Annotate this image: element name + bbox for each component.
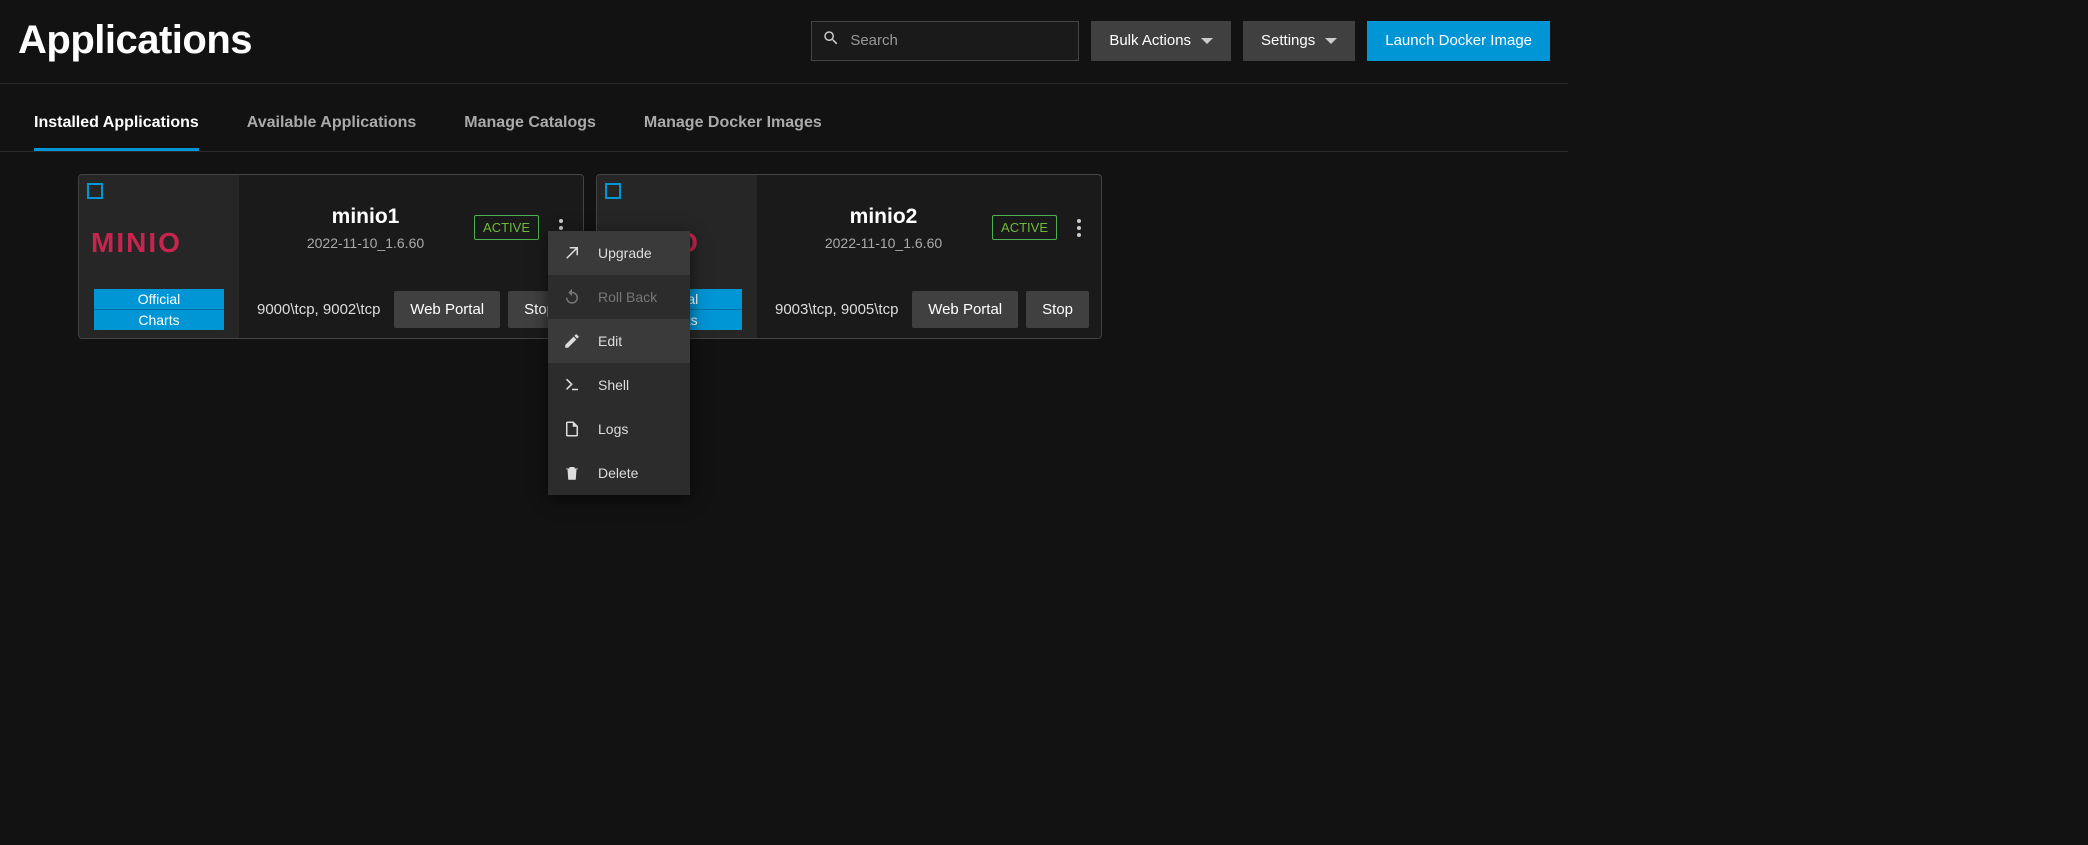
menu-edit[interactable]: Edit xyxy=(548,319,690,363)
menu-logs[interactable]: Logs xyxy=(548,407,690,451)
tab-installed[interactable]: Installed Applications xyxy=(34,114,199,151)
search-box[interactable] xyxy=(811,21,1079,61)
document-icon xyxy=(562,419,582,439)
name-block: minio2 2022-11-10_1.6.60 xyxy=(775,205,992,251)
page-header: Applications Bulk Actions Settings Launc… xyxy=(0,0,1568,84)
app-version: 2022-11-10_1.6.60 xyxy=(257,235,474,251)
bulk-actions-button[interactable]: Bulk Actions xyxy=(1091,21,1231,61)
tag-area: Official Charts xyxy=(79,280,239,338)
status-badge: ACTIVE xyxy=(474,215,539,240)
arrow-upright-icon xyxy=(562,243,582,263)
terminal-icon xyxy=(562,375,582,395)
card-info: minio1 2022-11-10_1.6.60 ACTIVE xyxy=(239,175,583,280)
tab-catalogs[interactable]: Manage Catalogs xyxy=(464,114,596,151)
tag-official: Official xyxy=(94,289,224,309)
undo-icon xyxy=(562,287,582,307)
launch-docker-label: Launch Docker Image xyxy=(1385,32,1532,49)
tab-docker-images[interactable]: Manage Docker Images xyxy=(644,114,822,151)
app-version: 2022-11-10_1.6.60 xyxy=(775,235,992,251)
bulk-actions-label: Bulk Actions xyxy=(1109,32,1191,49)
menu-label: Shell xyxy=(598,377,629,393)
status-badge: ACTIVE xyxy=(992,215,1057,240)
menu-label: Edit xyxy=(598,333,622,349)
stop-button[interactable]: Stop xyxy=(1026,291,1089,328)
header-actions: Bulk Actions Settings Launch Docker Imag… xyxy=(811,21,1550,61)
tag-charts: Charts xyxy=(94,309,224,330)
settings-label: Settings xyxy=(1261,32,1315,49)
chevron-down-icon xyxy=(1201,38,1213,44)
launch-docker-button[interactable]: Launch Docker Image xyxy=(1367,21,1550,61)
pencil-icon xyxy=(562,331,582,351)
checkbox-icon[interactable] xyxy=(605,183,621,199)
checkbox-icon[interactable] xyxy=(87,183,103,199)
web-portal-button[interactable]: Web Portal xyxy=(912,291,1018,328)
app-name: minio2 xyxy=(775,205,992,229)
chevron-down-icon xyxy=(1325,38,1337,44)
app-card: MINIO minio1 2022-11-10_1.6.60 ACTIVE Of… xyxy=(78,174,584,339)
menu-label: Delete xyxy=(598,465,638,481)
menu-label: Upgrade xyxy=(598,245,652,261)
page-title: Applications xyxy=(18,18,252,63)
settings-button[interactable]: Settings xyxy=(1243,21,1355,61)
app-name: minio1 xyxy=(257,205,474,229)
card-buttons: Web Portal Stop xyxy=(912,291,1101,328)
card-bottom: Official Charts 9000\tcp, 9002\tcp Web P… xyxy=(79,280,583,338)
search-input[interactable] xyxy=(850,32,1068,49)
tabs: Installed Applications Available Applica… xyxy=(0,84,1568,152)
menu-rollback: Roll Back xyxy=(548,275,690,319)
ports-text: 9003\tcp, 9005\tcp xyxy=(757,301,912,318)
web-portal-button[interactable]: Web Portal xyxy=(394,291,500,328)
trash-icon xyxy=(562,463,582,483)
menu-label: Logs xyxy=(598,421,628,437)
context-menu: Upgrade Roll Back Edit Shell Logs Delete xyxy=(548,231,690,495)
tab-available[interactable]: Available Applications xyxy=(247,114,417,151)
menu-shell[interactable]: Shell xyxy=(548,363,690,407)
app-cards: MINIO minio1 2022-11-10_1.6.60 ACTIVE Of… xyxy=(0,152,1568,361)
ports-text: 9000\tcp, 9002\tcp xyxy=(239,301,394,318)
menu-delete[interactable]: Delete xyxy=(548,451,690,495)
kebab-menu-button[interactable] xyxy=(1069,211,1089,245)
app-logo-area: MINIO xyxy=(79,175,239,280)
card-info: minio2 2022-11-10_1.6.60 ACTIVE xyxy=(757,175,1101,280)
app-logo: MINIO xyxy=(91,227,182,259)
card-top: MINIO minio1 2022-11-10_1.6.60 ACTIVE xyxy=(79,175,583,280)
menu-label: Roll Back xyxy=(598,289,657,305)
menu-upgrade[interactable]: Upgrade xyxy=(548,231,690,275)
search-icon xyxy=(822,29,840,52)
name-block: minio1 2022-11-10_1.6.60 xyxy=(257,205,474,251)
